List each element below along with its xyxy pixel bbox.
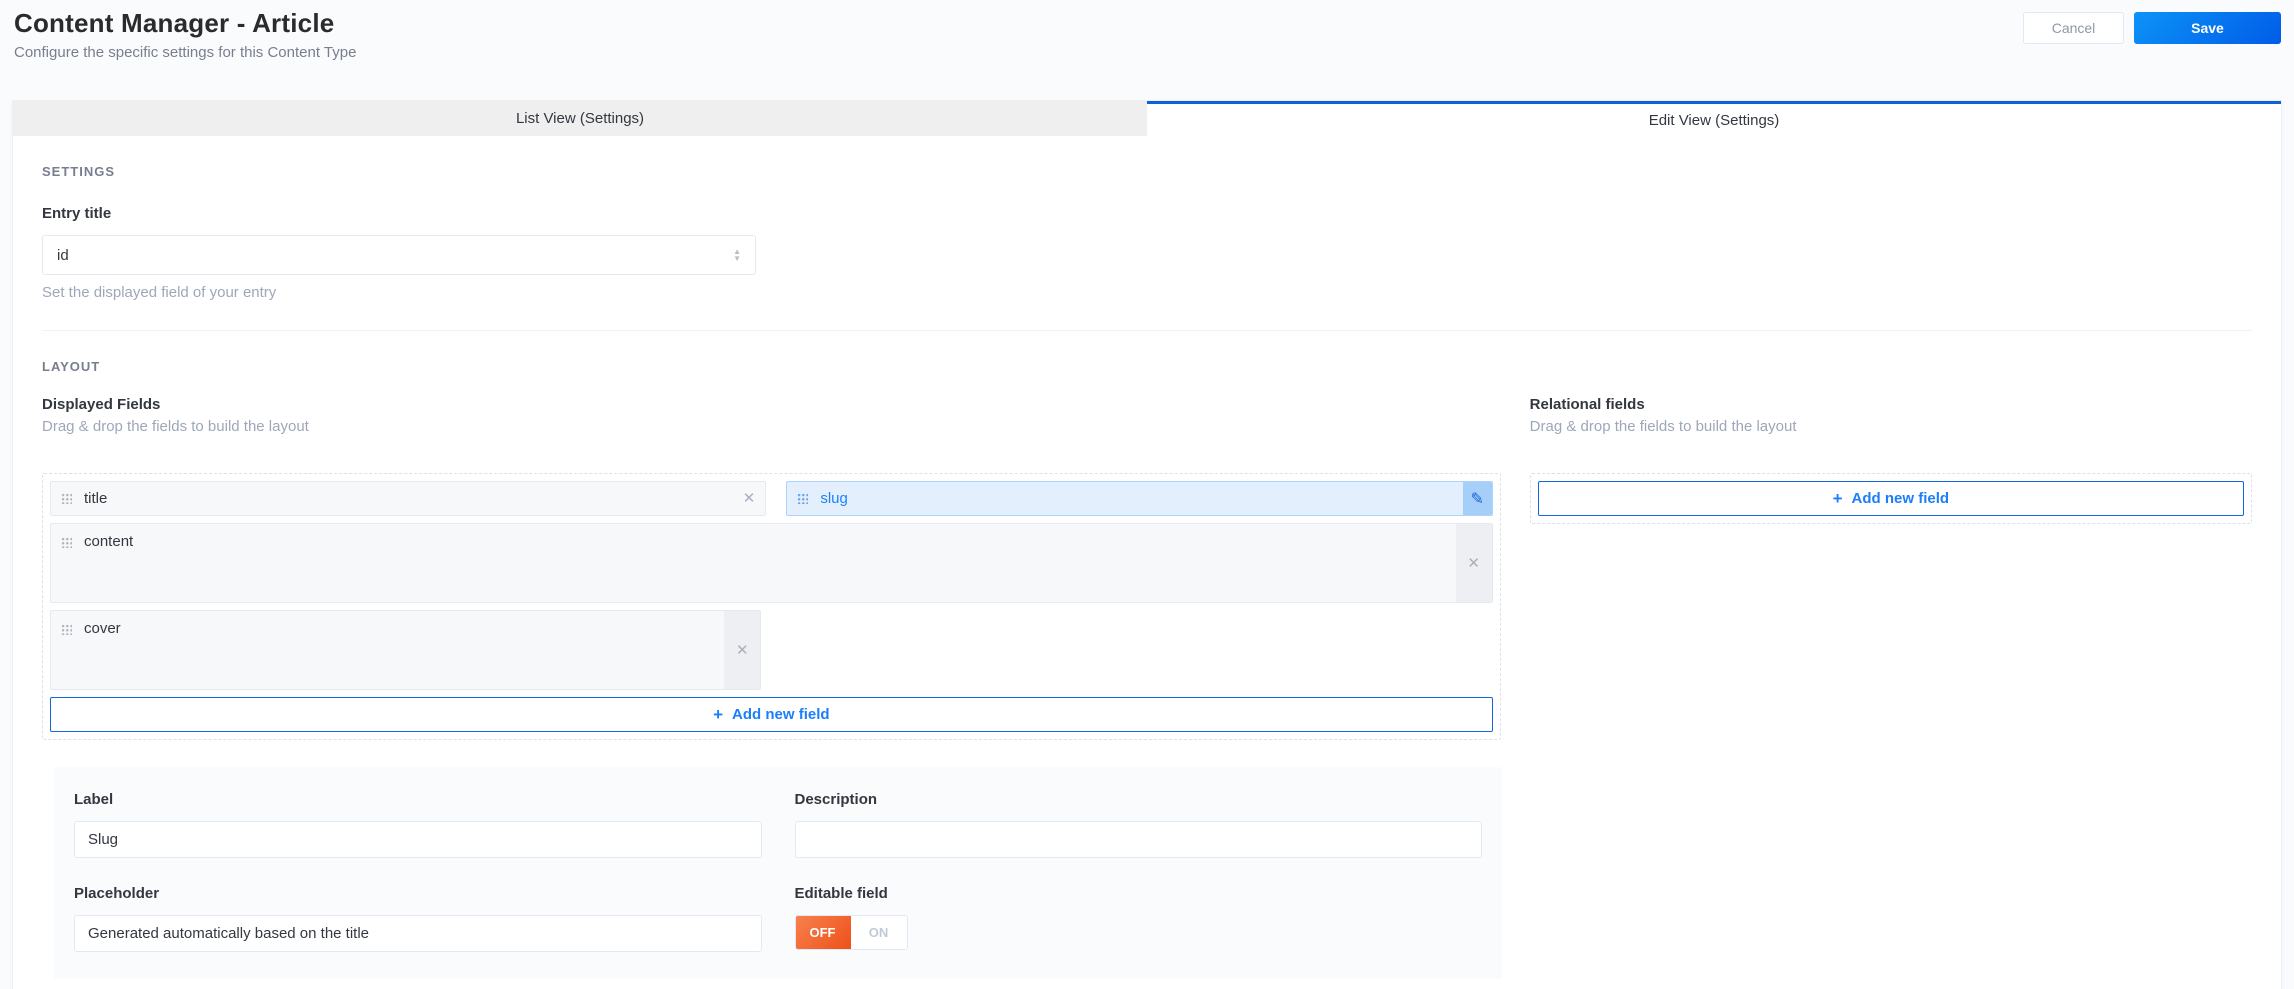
relational-fields-head: Relational fields Drag & drop the fields…	[1530, 396, 2252, 435]
drag-handle-icon[interactable]	[61, 537, 72, 548]
drag-handle-icon[interactable]	[61, 624, 72, 635]
cancel-button[interactable]: Cancel	[2023, 12, 2124, 44]
editable-field-toggle: OFF ON	[794, 915, 908, 950]
save-button[interactable]: Save	[2134, 12, 2281, 44]
layout-columns: Displayed Fields Drag & drop the fields …	[42, 396, 2252, 740]
add-new-field-label: Add new field	[1851, 490, 1950, 507]
form-row-2: Placeholder Editable field OFF ON	[74, 885, 1482, 952]
entry-title-help: Set the displayed field of your entry	[42, 284, 277, 301]
displayed-fields-head: Displayed Fields Drag & drop the fields …	[42, 396, 1501, 435]
entry-title-label: Entry title	[42, 205, 112, 222]
top-bar: Content Manager - Article Configure the …	[0, 0, 2294, 100]
field-chip-label: content	[84, 533, 134, 550]
close-icon: ✕	[736, 642, 749, 659]
close-icon[interactable]: ✕	[743, 491, 756, 506]
edit-field-button[interactable]: ✎	[1462, 482, 1492, 515]
displayed-fields-column: Displayed Fields Drag & drop the fields …	[42, 396, 1501, 740]
placeholder-field-group: Placeholder	[74, 885, 762, 952]
field-chip-content[interactable]: content ✕	[50, 523, 1493, 603]
editable-field-group: Editable field OFF ON	[794, 885, 1483, 952]
layout-section-title: LAYOUT	[42, 359, 101, 374]
toggle-off-option[interactable]: OFF	[795, 916, 851, 949]
settings-card: List View (Settings) Edit View (Settings…	[12, 100, 2282, 989]
field-chip-slug[interactable]: slug ✎	[786, 481, 1493, 516]
relational-fields-dropzone: + Add new field	[1529, 473, 2252, 524]
editable-field-label: Editable field	[794, 885, 888, 902]
page-title: Content Manager - Article	[14, 8, 335, 38]
remove-field-button[interactable]: ✕	[1455, 524, 1492, 602]
tab-list-view-settings[interactable]: List View (Settings)	[13, 101, 1147, 136]
field-chip-label: cover	[84, 620, 121, 637]
settings-section-title: SETTINGS	[42, 164, 116, 179]
description-field-label: Description	[794, 791, 878, 808]
field-chip-label: slug	[820, 490, 848, 507]
add-new-field-button[interactable]: + Add new field	[50, 697, 1493, 732]
placeholder-field-label: Placeholder	[74, 885, 160, 902]
field-chip-title[interactable]: title ✕	[50, 481, 767, 516]
view-tabs: List View (Settings) Edit View (Settings…	[13, 101, 2281, 136]
form-row-1: Label Description	[74, 791, 1482, 858]
plus-icon: +	[1832, 489, 1843, 508]
top-bar-actions: Cancel Save	[2023, 12, 2281, 44]
field-row: title ✕ slug ✎	[50, 481, 1493, 516]
toggle-on-option[interactable]: ON	[850, 916, 907, 949]
select-stepper-icon: ▲ ▼	[733, 247, 741, 263]
entry-title-select[interactable]: id ▲ ▼	[42, 235, 756, 275]
relational-fields-column: Relational fields Drag & drop the fields…	[1529, 396, 2252, 740]
displayed-fields-title: Displayed Fields	[42, 396, 161, 413]
description-input[interactable]	[794, 821, 1482, 858]
close-icon: ✕	[1467, 555, 1480, 572]
label-field-group: Label	[74, 791, 762, 858]
entry-title-select-value: id	[57, 246, 69, 264]
page-subtitle: Configure the specific settings for this…	[14, 44, 357, 61]
field-chip-cover[interactable]: cover ✕	[50, 610, 762, 690]
add-new-field-label: Add new field	[732, 706, 830, 723]
drag-handle-icon[interactable]	[61, 493, 72, 504]
label-input[interactable]	[74, 821, 762, 858]
page-heading: Content Manager - Article Configure the …	[14, 8, 356, 61]
add-new-relational-field-button[interactable]: + Add new field	[1537, 481, 2244, 516]
field-edit-form: Label Description Placeholder Editable f…	[54, 767, 1502, 979]
label-field-label: Label	[74, 791, 114, 808]
tab-edit-view-settings[interactable]: Edit View (Settings)	[1147, 101, 2281, 136]
plus-icon: +	[713, 705, 724, 724]
placeholder-input[interactable]	[74, 915, 762, 952]
card-body: SETTINGS Entry title id ▲ ▼ Set the displ…	[13, 164, 2281, 979]
relational-fields-title: Relational fields	[1529, 396, 1645, 413]
remove-field-button[interactable]: ✕	[724, 611, 761, 689]
relational-fields-subtitle: Drag & drop the fields to build the layo…	[1529, 418, 1797, 435]
section-divider	[42, 330, 2252, 331]
pencil-icon: ✎	[1470, 490, 1484, 508]
field-chip-label: title	[84, 490, 108, 507]
drag-handle-icon[interactable]	[797, 493, 809, 504]
displayed-fields-dropzone: title ✕ slug ✎ content ✕ cover ✕ + Add n…	[42, 473, 1501, 740]
description-field-group: Description	[794, 791, 1482, 858]
displayed-fields-subtitle: Drag & drop the fields to build the layo…	[42, 418, 309, 435]
